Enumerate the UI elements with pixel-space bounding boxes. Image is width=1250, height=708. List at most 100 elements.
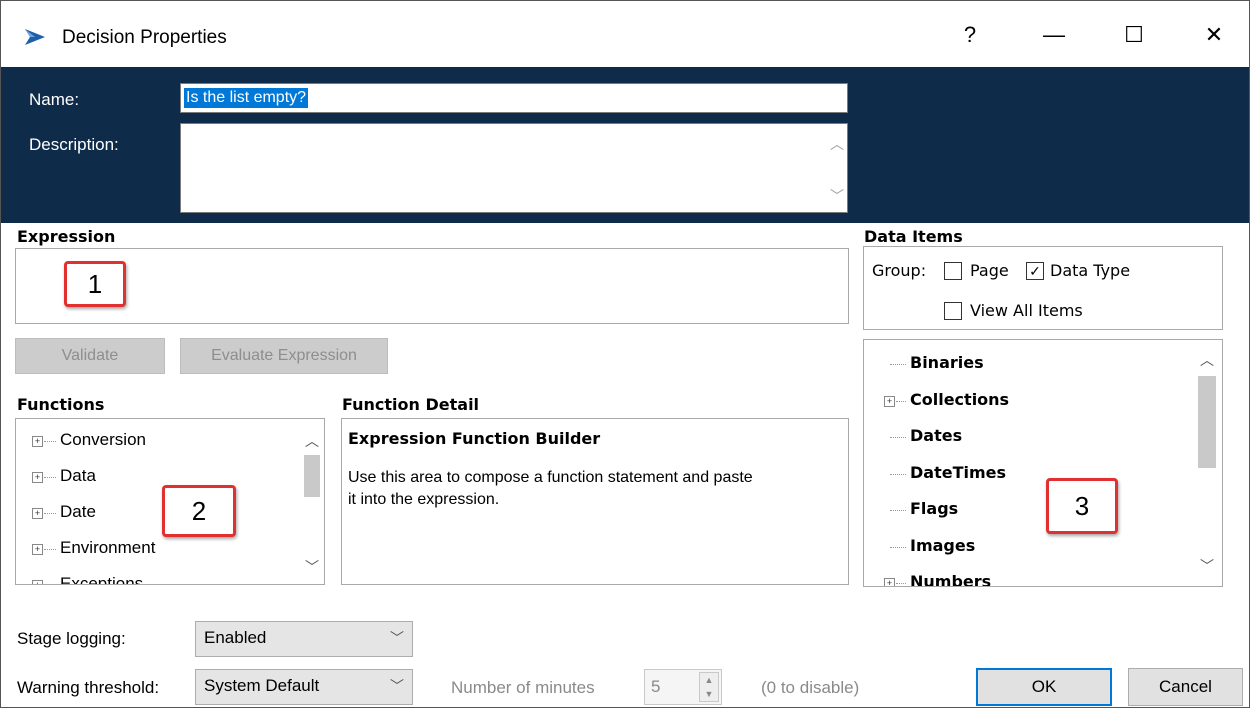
view-all-items-checkbox[interactable] [944,302,962,320]
functions-tree-item[interactable]: + Date [16,501,296,531]
data-items-tree-item-label: DateTimes [910,462,1007,482]
expand-icon[interactable]: + [884,578,895,586]
expand-icon[interactable]: + [32,580,43,584]
name-value: Is the list empty? [184,88,309,108]
number-of-minutes-label: Number of minutes [451,678,595,697]
data-items-tree-item[interactable]: + Numbers [864,571,1184,587]
minimize-icon: — [1043,22,1065,47]
warning-threshold-value: System Default [204,676,320,695]
group-label: Group: [872,261,927,280]
functions-tree[interactable]: + Conversion + Data + Date + Environment + Except… [15,418,325,585]
properties-header: Name: Is the list empty? Description: ︿ … [1,67,1249,223]
scroll-up-icon[interactable]: ︿ [827,134,847,154]
close-button[interactable]: ✕ [1184,13,1244,57]
functions-tree-item[interactable]: + Conversion [16,429,296,459]
expand-icon[interactable]: + [32,472,43,483]
data-items-tree-item[interactable]: Dates [864,425,1184,455]
page-checkbox-label: Page [970,261,1009,280]
description-scrollbar[interactable]: ︿ ﹀ [827,124,847,212]
data-items-tree-item[interactable]: + Collections [864,389,1184,419]
view-all-items-label: View All Items [970,301,1083,320]
data-items-scroll-down-icon[interactable]: ﹀ [1197,556,1217,576]
close-icon: ✕ [1204,22,1224,47]
maximize-icon: ☐ [1124,22,1144,47]
tree-connector [44,549,56,550]
data-items-scroll-up-icon[interactable]: ︿ [1197,350,1217,370]
data-items-tree-item-label: Binaries [910,353,984,372]
data-items-group-box: Group: Page ✓ Data Type View All Items [863,246,1223,330]
function-detail-label: Function Detail [342,395,480,414]
callout-1: 1 [64,261,126,307]
page-checkbox[interactable] [944,262,962,280]
checkmark-icon: ✓ [1029,263,1041,279]
data-items-tree-item[interactable]: Flags [864,498,1184,528]
app-icon [25,29,45,45]
scroll-down-icon[interactable]: ﹀ [827,186,847,206]
functions-scrollbar[interactable]: ︿ ﹀ [302,419,322,584]
tree-connector [890,473,906,475]
data-items-tree-item-label: Collections [910,389,1010,409]
stage-logging-select[interactable]: Enabled ﹀ [195,621,413,657]
callout-2: 2 [162,485,236,537]
expand-icon[interactable]: + [32,544,43,555]
tree-connector [44,513,56,514]
data-items-tree-item[interactable]: Images [864,535,1184,565]
window-title: Decision Properties [62,27,227,48]
function-detail-panel: Expression Function Builder Use this are… [341,418,849,585]
evaluate-expression-button[interactable]: Evaluate Expression [180,338,388,374]
title-bar[interactable]: Decision Properties ? — ☐ ✕ [1,1,1249,67]
decision-properties-window: Decision Properties ? — ☐ ✕ Name: Is the… [0,0,1250,708]
expression-label: Expression [17,227,116,246]
data-items-scroll-thumb[interactable] [1198,376,1216,468]
stage-logging-label: Stage logging: [17,629,126,648]
warning-threshold-label: Warning threshold: [17,678,160,697]
ok-button[interactable]: OK [976,668,1112,706]
data-items-tree-item[interactable]: Binaries [864,352,1184,382]
expression-textbox[interactable]: 1 [15,248,849,324]
functions-tree-item-label: Data [60,466,96,485]
data-items-tree[interactable]: Binaries + Collections Dates DateTimes Flags I… [863,339,1223,587]
minimize-button[interactable]: — [1024,13,1084,57]
function-detail-body-line1: Use this area to compose a function stat… [348,469,753,486]
cancel-button[interactable]: Cancel [1128,668,1243,706]
warning-threshold-select[interactable]: System Default ﹀ [195,669,413,705]
expand-icon[interactable]: + [32,508,43,519]
description-textarea[interactable]: ︿ ﹀ [180,123,848,213]
data-items-tree-item[interactable]: DateTimes [864,462,1184,492]
minutes-value: 5 [651,677,661,696]
functions-tree-item[interactable]: + Environment [16,537,296,567]
expand-icon[interactable]: + [32,436,43,447]
tree-connector [890,510,906,511]
tree-connector [896,583,906,584]
data-items-tree-item-label: Numbers [910,572,992,587]
expand-icon[interactable]: + [884,395,895,407]
data-type-checkbox[interactable]: ✓ [1026,262,1044,280]
validate-button[interactable]: Validate [15,338,165,374]
functions-tree-item[interactable]: + Exceptions [16,573,296,585]
functions-tree-item-label: Environment [60,538,156,557]
chevron-down-icon: ﹀ [390,678,404,694]
stepper-arrows-icon[interactable]: ▲ ▼ [699,672,719,702]
data-items-tree-item-label: Flags [910,499,959,518]
data-items-tree-item-label: Dates [910,426,963,445]
functions-tree-item[interactable]: + Data [16,465,296,495]
data-type-checkbox-label: Data Type [1050,261,1131,280]
functions-scroll-up-icon[interactable]: ︿ [302,431,322,451]
tree-connector [890,546,906,548]
function-detail-heading: Expression Function Builder [348,429,601,448]
help-icon: ? [963,22,977,47]
functions-scroll-down-icon[interactable]: ﹀ [302,557,322,577]
help-button[interactable]: ? [940,13,1000,57]
data-items-scrollbar[interactable]: ︿ ﹀ [1194,340,1220,586]
functions-tree-item-label: Conversion [60,430,146,449]
name-input[interactable]: Is the list empty? [180,83,848,113]
description-label: Description: [29,135,119,154]
functions-scroll-thumb[interactable] [304,455,320,497]
minutes-stepper[interactable]: 5 ▲ ▼ [644,669,722,705]
function-detail-body-line2: it into the expression. [348,491,500,508]
maximize-button[interactable]: ☐ [1104,13,1164,57]
functions-tree-item-label: Exceptions [60,574,144,585]
functions-tree-item-label: Date [60,502,96,521]
callout-3: 3 [1046,478,1118,534]
tree-connector [896,400,906,402]
